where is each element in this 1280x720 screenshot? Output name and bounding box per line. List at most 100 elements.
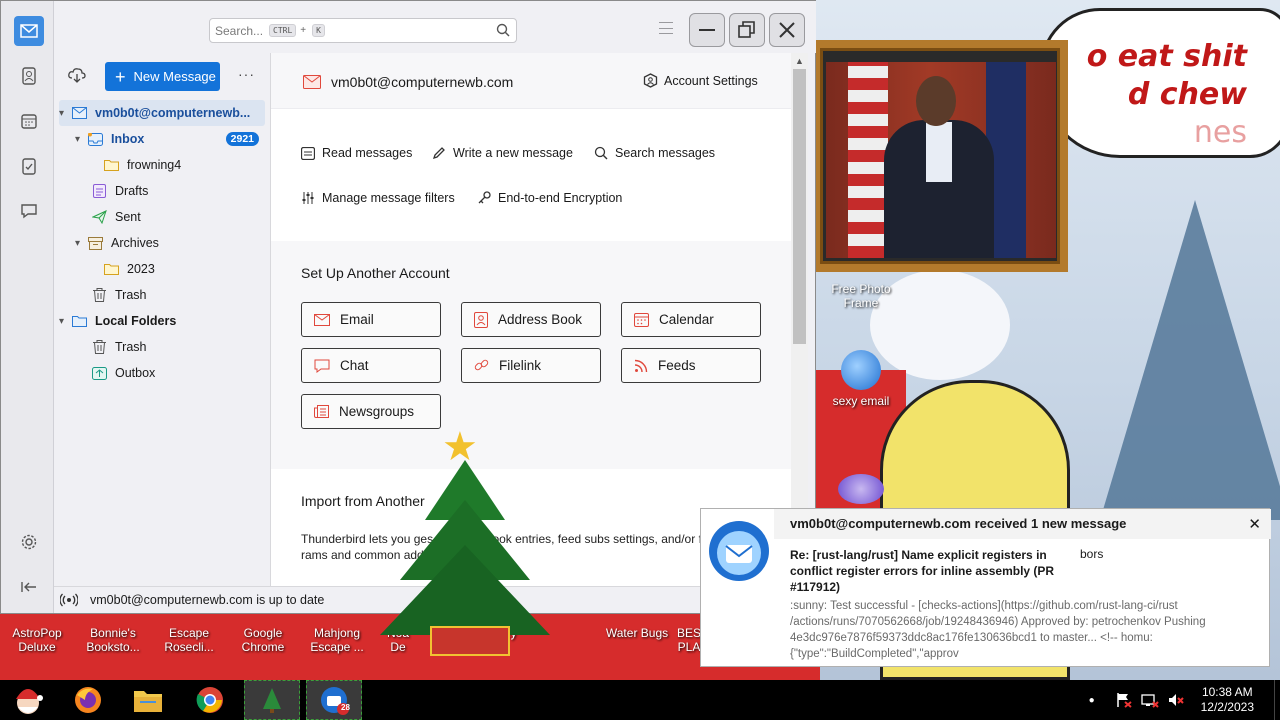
tasks-icon <box>22 158 36 175</box>
action-center-flag-icon[interactable] <box>1115 692 1133 708</box>
key-icon <box>478 191 491 204</box>
taskbar-desktop-tree[interactable] <box>244 680 300 720</box>
setup-filelink-button[interactable]: Filelink <box>461 348 601 383</box>
chrome-icon <box>196 687 223 713</box>
show-desktop-button[interactable] <box>1274 680 1280 720</box>
folder-sent[interactable]: Sent <box>59 204 265 230</box>
chevron-down-icon: ▾ <box>59 107 65 119</box>
tasks-space-button[interactable] <box>14 151 44 181</box>
link-icon <box>474 359 489 371</box>
account-actions: Read messages Write a new message Search… <box>271 123 791 241</box>
close-button[interactable] <box>769 13 805 47</box>
folder-drafts[interactable]: Drafts <box>59 178 265 204</box>
gift-icon <box>430 626 510 656</box>
collapse-spaces-button[interactable] <box>14 572 44 602</box>
taskbar-chrome[interactable] <box>182 680 238 720</box>
inbox-icon <box>87 132 103 146</box>
search-messages-link[interactable]: Search messages <box>594 146 715 160</box>
volume-muted-icon[interactable] <box>1167 692 1185 708</box>
folder-name: vm0b0t@computernewb... <box>95 106 251 120</box>
taskbar: 28 ● 10:38 AM 12/2/2023 <box>0 680 1280 720</box>
setup-email-button[interactable]: Email <box>301 302 441 337</box>
taskbar-file-explorer[interactable] <box>120 680 176 720</box>
new-message-button[interactable]: + New Message <box>105 62 220 91</box>
desktop-icon-photo-frame[interactable]: Free Photo Frame <box>816 262 906 310</box>
restore-button[interactable] <box>729 13 765 47</box>
system-tray: ● 10:38 AM 12/2/2023 <box>1089 680 1280 720</box>
e2e-encryption-link[interactable]: End-to-end Encryption <box>477 191 622 205</box>
scroll-thumb[interactable] <box>793 69 806 344</box>
calendar-icon <box>21 114 37 129</box>
desktop-icon-sexy-email[interactable]: sexy email <box>816 350 906 408</box>
notification-title: vm0b0t@computernewb.com received 1 new m… <box>790 516 1127 531</box>
desktop-icon-bonnies[interactable]: Bonnie's Booksto... <box>82 626 144 654</box>
star-icon: ★ <box>442 425 478 469</box>
taskbar-badge: 28 <box>341 703 350 712</box>
folder-archives[interactable]: ▾ Archives <box>59 230 265 256</box>
photo-frame-widget[interactable] <box>812 40 1068 272</box>
settings-space-button[interactable] <box>14 527 44 557</box>
folder-name: Inbox <box>111 132 145 146</box>
online-status-icon[interactable] <box>60 593 78 607</box>
mail-space-button[interactable] <box>14 16 44 46</box>
chat-space-button[interactable] <box>14 196 44 226</box>
desktop-icon-google-chrome[interactable]: Google Chrome <box>232 626 294 654</box>
folder-trash[interactable]: Trash <box>59 282 265 308</box>
start-button[interactable] <box>0 680 56 720</box>
desktop-icon-mahjong[interactable]: Mahjong Escape ... <box>306 626 368 654</box>
folder-pane-menu-icon[interactable]: ··· <box>238 66 255 82</box>
tree-shape <box>380 545 550 635</box>
tray-dot-icon[interactable]: ● <box>1089 695 1095 706</box>
new-mail-notification[interactable]: vm0b0t@computernewb.com received 1 new m… <box>700 508 1271 667</box>
chevron-down-icon: ▾ <box>75 133 81 145</box>
shortcut-key: CTRL <box>269 24 297 37</box>
folder-frowning4[interactable]: frowning4 <box>59 152 265 178</box>
desktop-icon-best[interactable]: BES PLA <box>676 626 702 654</box>
read-messages-icon <box>301 146 315 160</box>
account-settings-button[interactable]: Account Settings <box>643 73 758 88</box>
setup-address-book-button[interactable]: Address Book <box>461 302 601 337</box>
write-message-link[interactable]: Write a new message <box>432 146 573 160</box>
taskbar-firefox[interactable] <box>60 680 116 720</box>
calendar-space-button[interactable] <box>14 106 44 136</box>
account-settings-label: Account Settings <box>664 73 758 88</box>
search-icon <box>594 146 608 160</box>
get-messages-button[interactable] <box>68 67 86 86</box>
setup-chat-button[interactable]: Chat <box>301 348 441 383</box>
address-book-space-button[interactable] <box>14 61 44 91</box>
app-menu-icon[interactable] <box>659 22 673 34</box>
folder-outbox[interactable]: Outbox <box>59 360 265 386</box>
folder-local-folders[interactable]: ▾ Local Folders <box>59 308 265 334</box>
desktop-icon-escape-rosecliff[interactable]: Escape Rosecli... <box>158 626 220 654</box>
notification-subject: Re: [rust-lang/rust] Name explicit regis… <box>790 548 1055 594</box>
folder-2023[interactable]: 2023 <box>59 256 265 282</box>
desktop-icon-water-bugs[interactable]: Water Bugs <box>604 626 670 640</box>
taskbar-thunderbird[interactable]: 28 <box>306 680 362 720</box>
collapse-icon <box>21 582 36 592</box>
network-icon[interactable] <box>1140 692 1159 708</box>
flag-shape <box>848 62 888 258</box>
content-scrollbar[interactable]: ▲ <box>791 53 808 586</box>
setup-newsgroups-button[interactable]: Newsgroups <box>301 394 441 429</box>
search-input[interactable]: Search... CTRL + K <box>209 18 517 43</box>
shortcut-icon[interactable] <box>838 474 884 504</box>
setup-feeds-button[interactable]: Feeds <box>621 348 761 383</box>
folder-icon <box>103 262 119 276</box>
desktop-icon-astropop[interactable]: AstroPop Deluxe <box>6 626 68 654</box>
notification-close-icon[interactable]: ✕ <box>1248 515 1261 533</box>
minimize-button[interactable] <box>689 13 725 47</box>
message-filters-link[interactable]: Manage message filters <box>301 191 455 205</box>
setup-calendar-button[interactable]: Calendar <box>621 302 761 337</box>
read-messages-link[interactable]: Read messages <box>301 146 412 160</box>
folder-account[interactable]: ▾ vm0b0t@computernewb... <box>59 100 265 126</box>
chevron-down-icon: ▾ <box>75 237 81 249</box>
account-name: vm0b0t@computernewb.com <box>331 74 514 90</box>
scroll-up-arrow[interactable]: ▲ <box>795 56 804 66</box>
folder-inbox[interactable]: ▾ Inbox 2921 <box>59 126 265 152</box>
cloud-download-icon <box>68 68 86 83</box>
notification-preview: :sunny: Test successful - [checks-action… <box>790 600 1206 660</box>
folder-name: Outbox <box>115 366 156 380</box>
clock[interactable]: 10:38 AM 12/2/2023 <box>1201 685 1254 715</box>
folder-name: Trash <box>115 288 147 302</box>
folder-local-trash[interactable]: Trash <box>59 334 265 360</box>
